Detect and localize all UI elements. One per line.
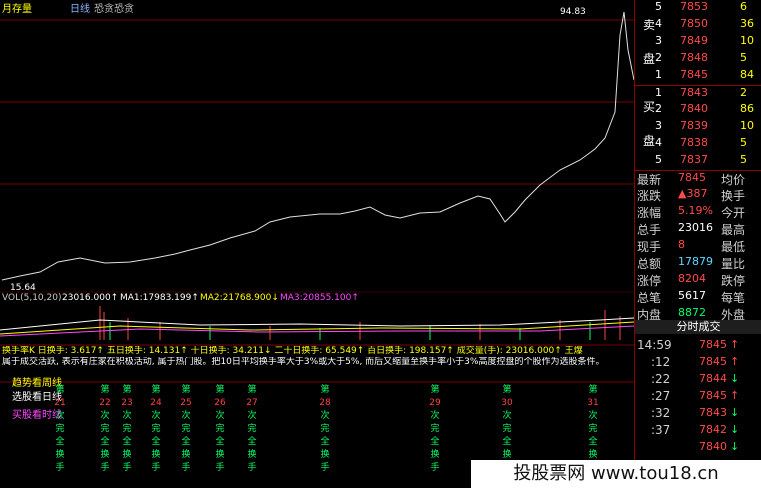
quote-panel: 卖 盘 买 盘 5 7853 6 4 7850 36 3 7849 10 2 7848 5 17… — [634, 0, 761, 488]
sell-row[interactable]: 1 7845 84 — [635, 68, 761, 85]
sell-row[interactable]: 5 7853 6 — [635, 0, 761, 17]
price-high-label: 94.83 — [560, 7, 586, 17]
bottom-column: 第 27 次完全换手 — [246, 385, 258, 473]
quote-row: 总手 23016 最高 — [637, 221, 746, 237]
tick-row: :27 7845 ↑ — [651, 389, 740, 403]
tick-row: 14:59 7845 ↑ — [637, 338, 740, 352]
quote-row: 总额 17879 量比 — [637, 255, 746, 271]
buy-row[interactable]: 4 7838 5 — [635, 136, 761, 153]
tick-row: :37 7842 ↓ — [651, 423, 740, 437]
bottom-column: 第 29 次完全换手 — [429, 385, 441, 473]
buy-row[interactable]: 2 7840 86 — [635, 102, 761, 119]
bottom-column: 第 24 次完全换手 — [150, 385, 162, 473]
quote-row: 总笔 5617 每笔 — [637, 289, 746, 305]
sell-row[interactable]: 2 7848 5 — [635, 51, 761, 68]
quote-row: 现手 8 最低 — [637, 238, 746, 254]
sell-row[interactable]: 3 7849 10 — [635, 34, 761, 51]
turnover-explain: 属于成交活跃, 表示有庄家在积极活动, 属于热门股。把10日平均换手率大于3%或… — [2, 357, 605, 367]
sell-row[interactable]: 4 7850 36 — [635, 17, 761, 34]
ticks-title[interactable]: 分时成交 — [635, 320, 761, 334]
bottom-column: 第 23 次完全换手 — [121, 385, 133, 473]
quote-row: 最新 7845 均价 — [635, 170, 761, 188]
volume-value: 23016.000↑ — [62, 293, 119, 303]
volume-ma1: MA1:17983.199↑ — [120, 293, 199, 303]
tick-row: 7840 ↓ — [699, 440, 740, 453]
bottom-column: 第 28 次完全换手 — [319, 385, 331, 473]
bottom-column: 第 22 次完全换手 — [99, 385, 111, 473]
tick-row: :22 7844 ↓ — [651, 372, 740, 386]
buy-row[interactable]: 5 7837 5 — [635, 153, 761, 170]
tick-row: :12 7845 ↑ — [651, 355, 740, 369]
price-low-label: 15.64 — [10, 283, 36, 293]
tick-row: :32 7843 ↓ — [651, 406, 740, 420]
quote-row: 涨幅 5.19% 今开 — [637, 204, 746, 220]
turnover-line: 换手率K 日换手: 3.617↑ 五日换手: 14.131↑ 十日换手: 34.… — [2, 346, 583, 356]
quote-row: 涨跌 ▲387 换手 — [637, 187, 746, 203]
chart-area[interactable]: 月存量 日线 恐贪恐贪 94.83 15.64 VOL(5,10,20) 230… — [0, 0, 634, 488]
bottom-column: 第 26 次完全换手 — [214, 385, 226, 473]
buy-row[interactable]: 3 7839 10 — [635, 119, 761, 136]
bottom-column: 第 25 次完全换手 — [180, 385, 192, 473]
watermark-banner: 投股票网 www.tou18.cn — [471, 460, 761, 488]
bottom-column: 第 21 次完全换手 — [54, 385, 66, 473]
volume-ma2: MA2:21768.900↓ — [200, 293, 279, 303]
quote-row: 涨停 8204 跌停 — [637, 272, 746, 288]
volume-ma3: MA3:20855.100↑ — [280, 293, 359, 303]
volume-label: VOL(5,10,20) — [2, 293, 62, 303]
buy-row[interactable]: 1 7843 2 — [635, 85, 761, 103]
